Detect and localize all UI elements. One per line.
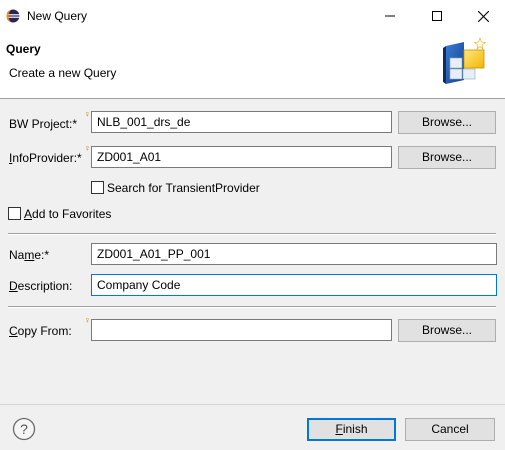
maximize-icon (432, 11, 442, 21)
separator (8, 233, 496, 235)
search-transient-label: Search for TransientProvider (107, 181, 260, 195)
bw-project-field[interactable]: NLB_001_drs_de (91, 111, 392, 133)
bw-project-browse-button[interactable]: Browse... (398, 111, 496, 134)
footer-separator (0, 404, 505, 405)
maximize-button[interactable] (414, 0, 460, 32)
add-to-favorites-label-rest: dd to Favorites (32, 207, 112, 221)
add-to-favorites-mnemonic: A (24, 207, 33, 221)
content-assist-icon: ♀ (84, 143, 91, 153)
window-title: New Query (27, 9, 88, 23)
name-label: Name:* (9, 248, 49, 262)
close-icon (477, 10, 489, 22)
add-to-favorites-label: Add to Favorites (24, 207, 111, 221)
description-label-rest: escription: (17, 279, 73, 293)
description-field[interactable]: Company Code (91, 274, 497, 296)
eclipse-icon (6, 9, 20, 23)
close-button[interactable] (460, 0, 505, 32)
minimize-icon (385, 15, 395, 17)
description-label-mnemonic: D (9, 279, 18, 293)
infoprovider-label-rest: nfoProvider:* (12, 151, 82, 165)
finish-mnemonic: F (335, 422, 343, 436)
finish-label-rest: inish (342, 422, 368, 436)
banner-description: Create a new Query (9, 66, 117, 80)
svg-text:?: ? (20, 421, 28, 437)
title-bar: New Query (0, 0, 505, 32)
separator (8, 306, 496, 308)
infoprovider-field[interactable]: ZD001_A01 (91, 146, 392, 168)
name-label-mnemonic: m (24, 248, 35, 262)
copy-from-browse-button[interactable]: Browse... (398, 319, 496, 342)
name-label-post: e:* (34, 248, 50, 262)
banner-title: Query (6, 42, 41, 56)
cancel-button[interactable]: Cancel (405, 418, 495, 441)
copy-from-label: Copy From: (9, 324, 72, 338)
bw-project-label: BW Project:* (9, 117, 78, 131)
minimize-button[interactable] (367, 0, 413, 32)
name-field[interactable]: ZD001_A01_PP_001 (91, 243, 497, 265)
content-assist-icon: ♀ (84, 109, 91, 119)
description-label: Description: (9, 279, 72, 293)
infoprovider-label: InfoProvider:* (9, 151, 82, 165)
help-icon[interactable]: ? (12, 417, 36, 441)
copy-from-field[interactable] (91, 319, 392, 341)
copy-from-label-mnemonic: C (9, 324, 18, 338)
search-transient-checkbox[interactable] (91, 181, 104, 194)
copy-from-label-rest: opy From: (17, 324, 72, 338)
name-label-pre: Na (9, 248, 25, 262)
content-assist-icon: ♀ (84, 315, 91, 325)
finish-button[interactable]: Finish (307, 418, 396, 441)
infoprovider-browse-button[interactable]: Browse... (398, 146, 496, 169)
wizard-banner: Query Create a new Query (0, 32, 505, 99)
add-to-favorites-checkbox[interactable] (8, 207, 21, 220)
query-wizard-icon (443, 37, 487, 84)
